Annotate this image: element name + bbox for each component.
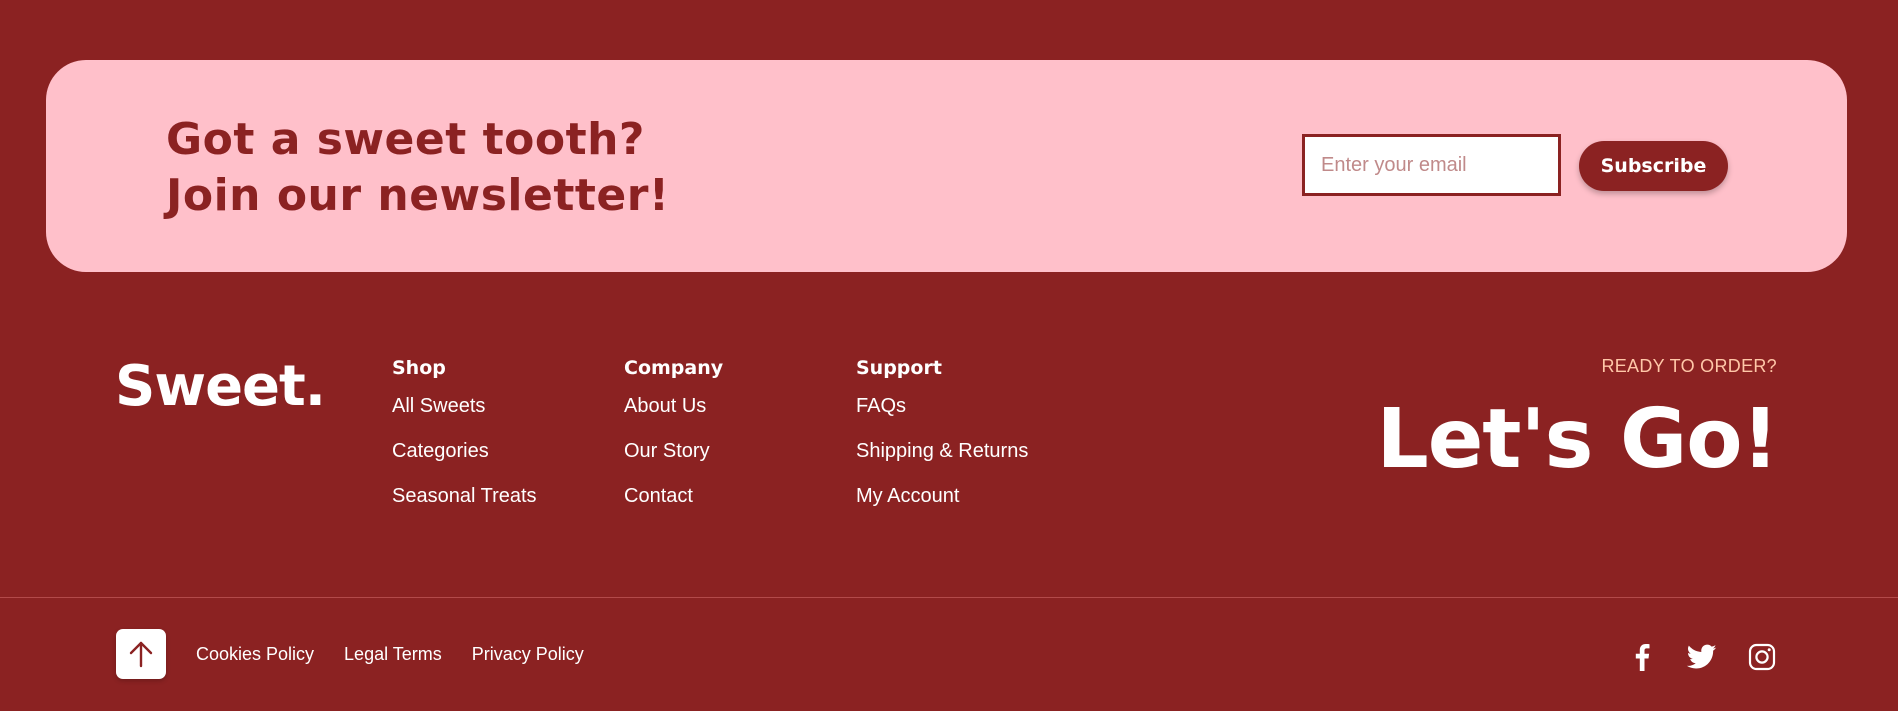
newsletter-title: Got a sweet tooth? Join our newsletter! bbox=[166, 112, 670, 224]
footer-column-shop: Shop All Sweets Categories Seasonal Trea… bbox=[392, 356, 537, 529]
footer-column-support: Support FAQs Shipping & Returns My Accou… bbox=[856, 356, 1028, 529]
subscribe-button[interactable]: Subscribe bbox=[1579, 141, 1728, 191]
twitter-link[interactable] bbox=[1687, 642, 1717, 672]
newsletter-title-line2: Join our newsletter! bbox=[166, 170, 670, 221]
back-to-top-button[interactable] bbox=[116, 629, 166, 679]
footer-divider bbox=[0, 597, 1898, 598]
facebook-icon bbox=[1635, 644, 1650, 671]
footer-column-company: Company About Us Our Story Contact bbox=[624, 356, 723, 529]
cta-headline[interactable]: Let's Go! bbox=[1376, 390, 1779, 490]
footer: Got a sweet tooth? Join our newsletter! … bbox=[0, 0, 1898, 711]
link-about-us[interactable]: About Us bbox=[624, 394, 723, 418]
column-heading-shop: Shop bbox=[392, 357, 446, 379]
column-heading-support: Support bbox=[856, 357, 942, 379]
link-categories[interactable]: Categories bbox=[392, 439, 537, 463]
link-contact[interactable]: Contact bbox=[624, 484, 723, 508]
link-our-story[interactable]: Our Story bbox=[624, 439, 723, 463]
link-cookies-policy[interactable]: Cookies Policy bbox=[196, 642, 314, 666]
arrow-up-icon bbox=[129, 641, 153, 668]
newsletter-card: Got a sweet tooth? Join our newsletter! … bbox=[46, 60, 1847, 272]
cta-kicker: READY TO ORDER? bbox=[1601, 356, 1777, 376]
link-privacy-policy[interactable]: Privacy Policy bbox=[472, 642, 584, 666]
twitter-icon bbox=[1687, 644, 1717, 669]
facebook-link[interactable] bbox=[1627, 642, 1657, 672]
link-legal-terms[interactable]: Legal Terms bbox=[344, 642, 442, 666]
instagram-icon bbox=[1748, 643, 1776, 671]
column-heading-company: Company bbox=[624, 357, 724, 379]
brand-logo[interactable]: Sweet. bbox=[115, 352, 326, 422]
link-faqs[interactable]: FAQs bbox=[856, 394, 1028, 418]
link-my-account[interactable]: My Account bbox=[856, 484, 1028, 508]
email-input[interactable] bbox=[1302, 134, 1561, 196]
link-all-sweets[interactable]: All Sweets bbox=[392, 394, 537, 418]
link-shipping-returns[interactable]: Shipping & Returns bbox=[856, 439, 1028, 463]
newsletter-title-line1: Got a sweet tooth? bbox=[166, 114, 645, 165]
legal-links: Cookies Policy Legal Terms Privacy Polic… bbox=[196, 642, 584, 666]
instagram-link[interactable] bbox=[1747, 642, 1777, 672]
link-seasonal-treats[interactable]: Seasonal Treats bbox=[392, 484, 537, 508]
